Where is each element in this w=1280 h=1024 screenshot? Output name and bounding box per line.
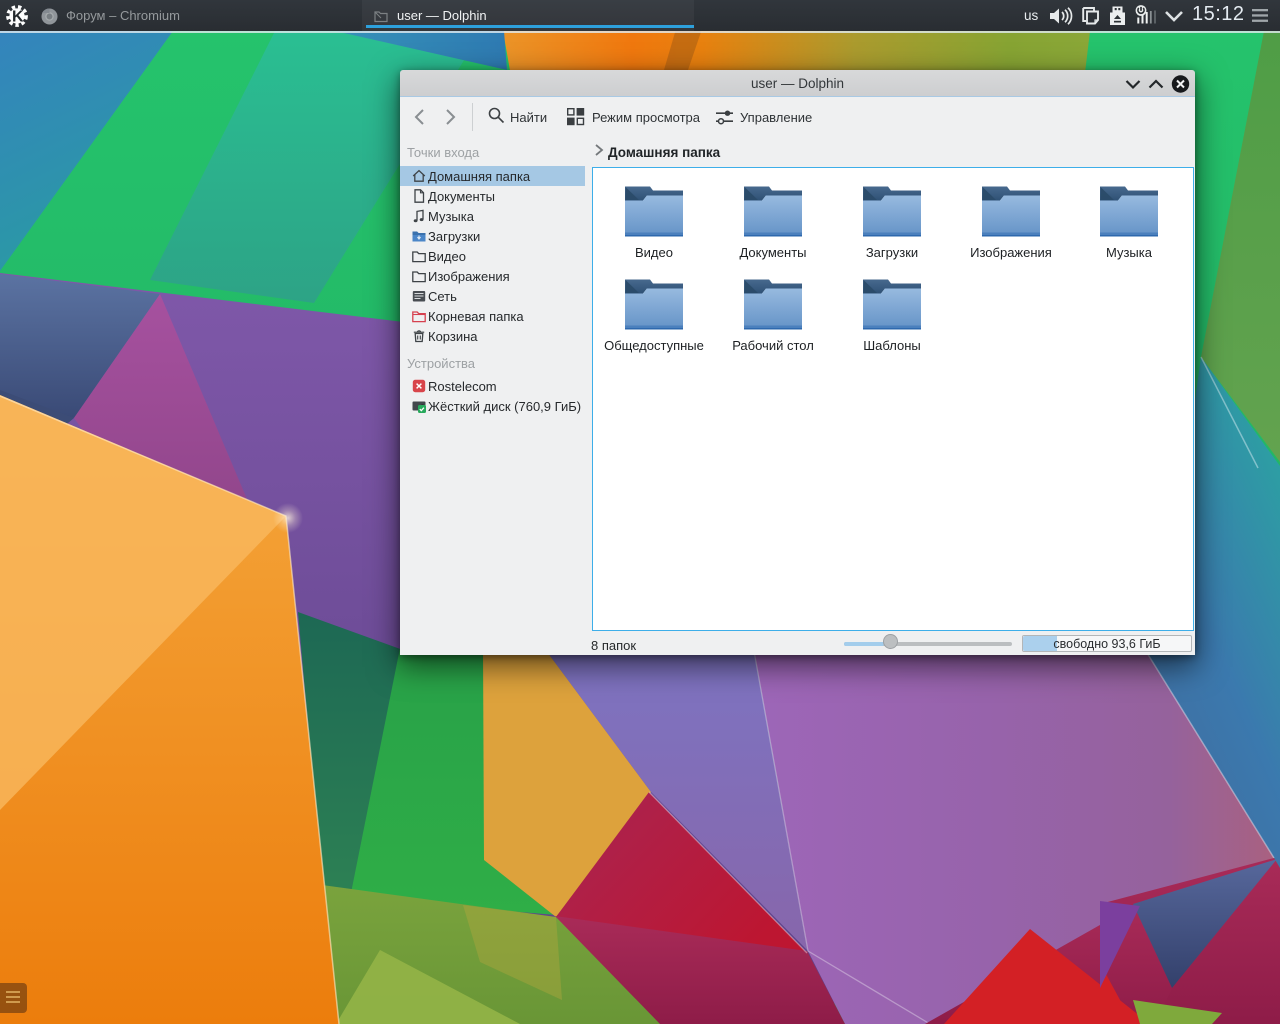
svg-text:K: K xyxy=(12,8,24,25)
